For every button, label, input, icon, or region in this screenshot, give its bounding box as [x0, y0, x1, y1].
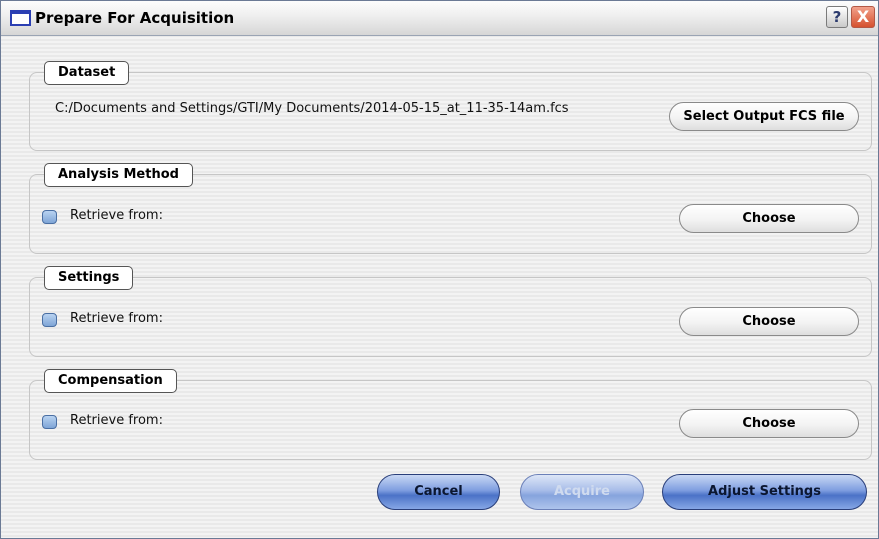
acquire-button[interactable]: Acquire	[520, 474, 644, 510]
analysis-method-retrieve-label: Retrieve from:	[70, 208, 163, 223]
settings-retrieve-checkbox[interactable]	[42, 313, 57, 327]
cancel-button[interactable]: Cancel	[377, 474, 500, 510]
select-output-fcs-button[interactable]: Select Output FCS file	[669, 102, 859, 131]
analysis-method-retrieve-checkbox[interactable]	[42, 210, 57, 224]
dataset-path: C:/Documents and Settings/GTI/My Documen…	[55, 101, 569, 116]
dataset-legend: Dataset	[44, 61, 130, 85]
adjust-settings-button[interactable]: Adjust Settings	[662, 474, 867, 510]
settings-choose-button[interactable]: Choose	[679, 307, 859, 336]
settings-retrieve-label: Retrieve from:	[70, 311, 163, 326]
compensation-legend: Compensation	[44, 369, 177, 393]
compensation-retrieve-checkbox[interactable]	[42, 415, 57, 429]
prepare-acquisition-dialog: Prepare For Acquisition ? X Dataset C:/D…	[0, 0, 879, 539]
analysis-method-choose-button[interactable]: Choose	[679, 204, 859, 233]
window-title: Prepare For Acquisition	[35, 9, 235, 27]
analysis-method-legend: Analysis Method	[44, 163, 193, 187]
help-button[interactable]: ?	[826, 6, 848, 28]
window-icon	[10, 10, 31, 26]
close-button[interactable]: X	[851, 6, 875, 28]
settings-legend: Settings	[44, 266, 134, 290]
compensation-choose-button[interactable]: Choose	[679, 409, 859, 438]
title-bar[interactable]: Prepare For Acquisition ? X	[1, 1, 878, 36]
compensation-retrieve-label: Retrieve from:	[70, 413, 163, 428]
